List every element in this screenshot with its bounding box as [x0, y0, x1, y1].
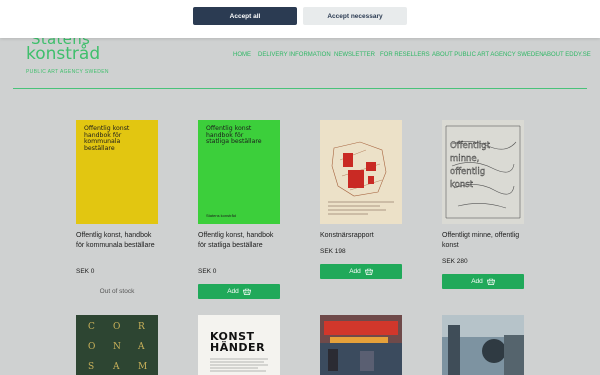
nav-delivery-information[interactable]: DELIVERY INFORMATION [258, 52, 331, 58]
cover-title: Offentlig konst handbok för kommunala bestä… [84, 125, 130, 152]
product-title[interactable]: Offentlig konst, handbok för statliga be… [198, 231, 282, 250]
svg-text:N: N [113, 342, 121, 352]
product-title[interactable]: Offentlig konst, handbok för kommunala b… [76, 231, 160, 250]
svg-text:A: A [112, 362, 120, 372]
product-title[interactable]: Offentligt minne, offentlig konst [442, 231, 526, 250]
svg-text:O: O [88, 342, 95, 352]
cover-title: Offentlig konst handbok för statliga bestä… [206, 125, 262, 146]
svg-text:C: C [88, 322, 95, 332]
product-price: SEK 0 [76, 268, 95, 275]
product-card: Offentligt minne, offentlig konst Offentlig… [442, 120, 526, 300]
product-cover-image[interactable]: C O R O N A S A M [76, 315, 158, 375]
product-card [442, 315, 526, 375]
product-title[interactable]: Konstnärsrapport [320, 231, 404, 241]
nav-for-resellers[interactable]: FOR RESELLERS [380, 52, 430, 58]
cookie-banner: Accept all Accept necessary [0, 0, 600, 38]
add-button-label: Add [349, 268, 361, 275]
add-button-label: Add [471, 278, 483, 285]
product-cover-image[interactable]: Offentlig konst handbok för statliga bestä… [198, 120, 280, 224]
cover-photo [320, 315, 402, 375]
cover-photo [442, 315, 524, 375]
basket-icon [364, 268, 373, 275]
cover-letter-grid: C O R O N A S A M [76, 315, 158, 375]
product-price: SEK 198 [320, 248, 346, 255]
product-cover-image[interactable]: Offentlig konst handbok för kommunala bestä… [76, 120, 158, 224]
cover-body-text-lines [210, 358, 268, 372]
accept-necessary-button[interactable]: Accept necessary [303, 7, 407, 25]
basket-icon [486, 278, 495, 285]
product-price: SEK 0 [198, 268, 217, 275]
main-nav: HOME DELIVERY INFORMATION NEWSLETTER FOR… [0, 52, 600, 62]
svg-text:S: S [88, 362, 94, 372]
cover-footer: Statens konstråd [206, 213, 237, 218]
out-of-stock-label: Out of stock [99, 288, 135, 295]
product-cover-image[interactable] [320, 315, 402, 375]
accept-all-button[interactable]: Accept all [193, 7, 297, 25]
add-to-cart-button[interactable]: Add [320, 264, 402, 279]
product-cover-image[interactable] [320, 120, 402, 224]
product-card [320, 315, 404, 375]
nav-home[interactable]: HOME [233, 52, 251, 58]
header-divider [13, 88, 587, 89]
nav-about-eddy[interactable]: ABOUT EDDY.SE [543, 52, 591, 58]
add-button-label: Add [227, 288, 239, 295]
cover-map-illustration [320, 120, 402, 224]
cover-title: Offentligt minne, offentlig konst [450, 141, 490, 190]
product-card: Konstnärsrapport SEK 198 Add [320, 120, 404, 300]
add-to-cart-button[interactable]: Add [442, 274, 524, 289]
basket-icon [242, 288, 251, 295]
product-cover-image[interactable]: Offentligt minne, offentlig konst [442, 120, 524, 224]
product-price: SEK 280 [442, 258, 468, 265]
nav-about-public-art-agency[interactable]: ABOUT PUBLIC ART AGENCY SWEDEN [432, 52, 544, 58]
product-cover-image[interactable] [442, 315, 524, 375]
svg-text:R: R [138, 322, 145, 332]
logo-subtitle: PUBLIC ART AGENCY SWEDEN [26, 69, 109, 75]
svg-text:O: O [113, 322, 120, 332]
product-card: Offentlig konst handbok för kommunala bestä… [76, 120, 160, 300]
svg-text:M: M [138, 362, 147, 372]
product-cover-image[interactable]: KONST HÄNDER [198, 315, 280, 375]
product-card: Offentlig konst handbok för statliga bestä… [198, 120, 282, 300]
product-card: C O R O N A S A M [76, 315, 160, 375]
svg-text:A: A [137, 342, 145, 352]
nav-newsletter[interactable]: NEWSLETTER [334, 52, 375, 58]
add-to-cart-button[interactable]: Add [198, 284, 280, 299]
product-card: KONST HÄNDER [198, 315, 282, 375]
